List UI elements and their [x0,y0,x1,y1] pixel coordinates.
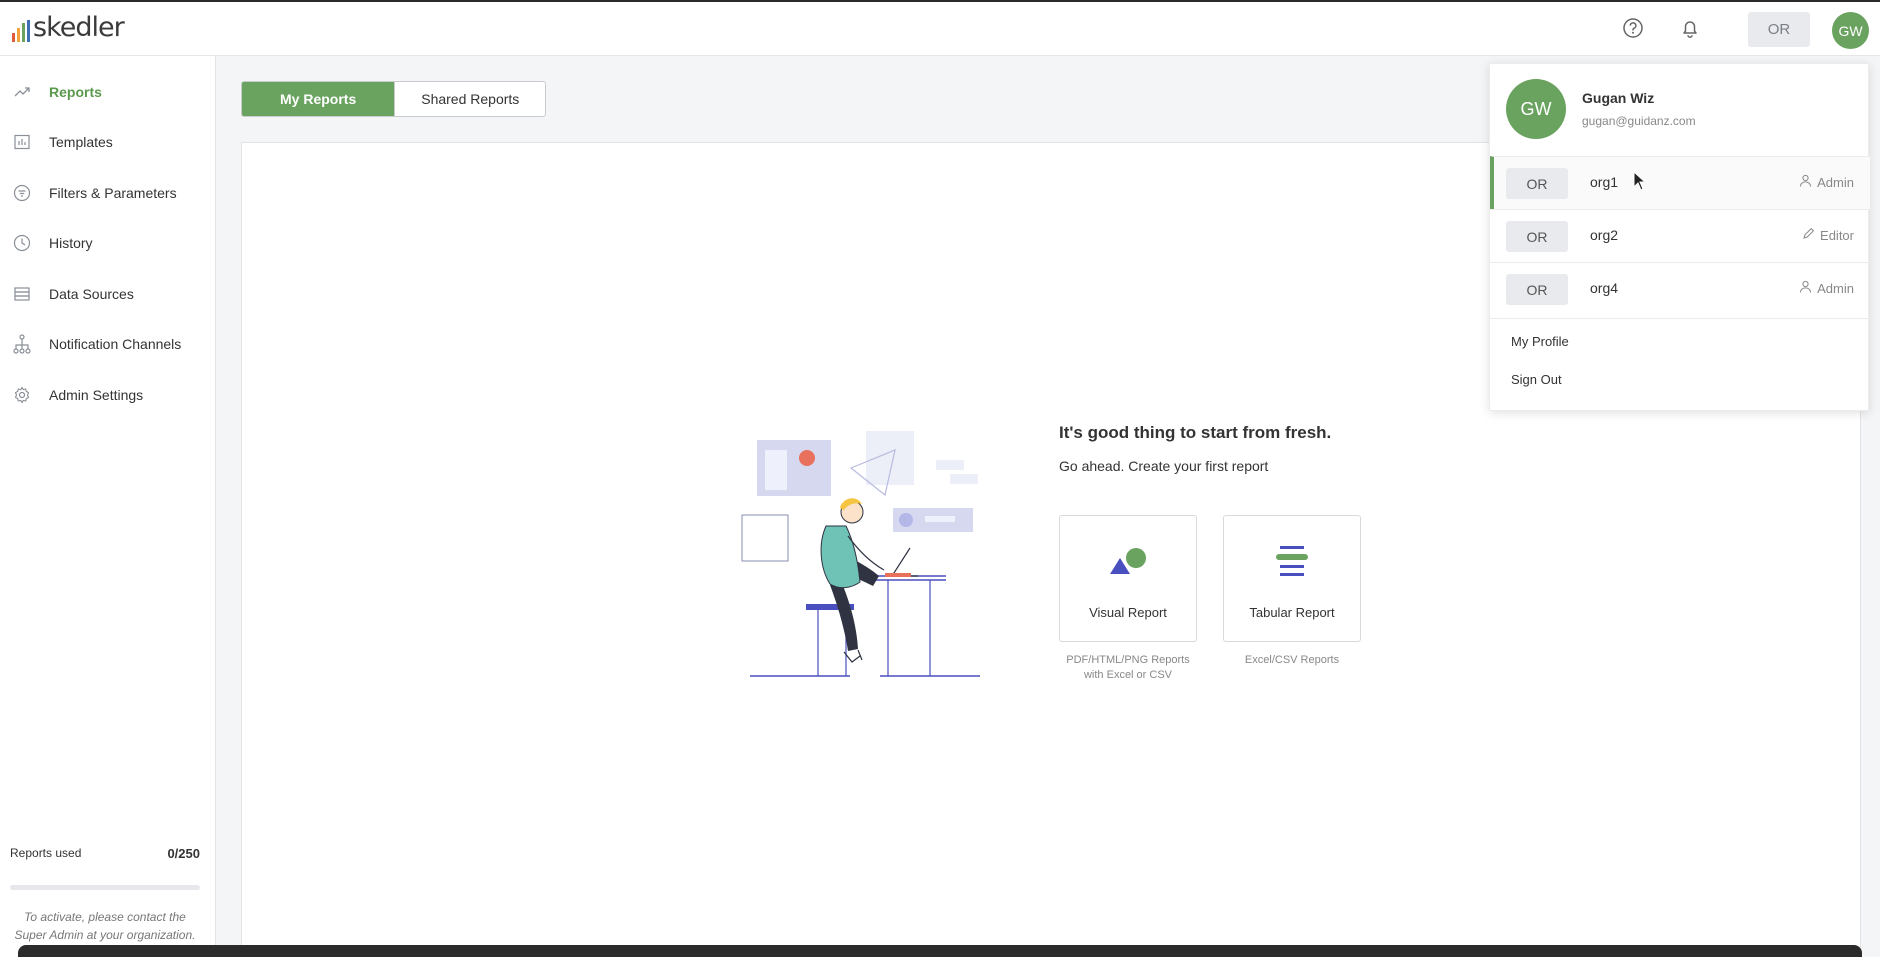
user-icon [1799,174,1812,190]
usage-value: 0/250 [167,846,200,861]
report-tabs: My Reports Shared Reports [241,81,547,117]
sidebar-item-reports[interactable]: Reports [0,72,216,112]
sidebar-item-label: Templates [49,134,113,150]
sidebar-item-notification-channels[interactable]: Notification Channels [0,324,216,364]
org-row-org2[interactable]: OR org2 Editor [1490,209,1870,262]
org-chip: OR [1506,221,1568,252]
clock-icon [12,233,32,253]
usage-activation-note: To activate, please contact the Super Ad… [14,910,196,942]
logo-bars-icon [12,20,30,42]
org-role: Editor [1802,227,1854,243]
org-switcher-chip[interactable]: OR [1748,12,1810,47]
org-chip: OR [1506,168,1568,199]
sidebar-item-admin-settings[interactable]: Admin Settings [0,375,216,415]
org-chip: OR [1506,274,1568,305]
org-row-org1[interactable]: OR org1 Admin [1490,156,1870,209]
tabular-report-description: Excel/CSV Reports [1244,654,1340,666]
sidebar-item-data-sources[interactable]: Data Sources [0,274,216,314]
org-name: org2 [1590,227,1619,243]
shapes-icon [1060,544,1196,584]
org-name: org4 [1590,280,1619,296]
bell-icon[interactable] [1678,16,1702,40]
sidebar-item-label: Data Sources [49,286,134,302]
my-profile-link[interactable]: My Profile [1490,323,1870,361]
org-role: Admin [1799,280,1854,296]
sidebar-item-label: History [49,235,93,251]
top-bar: skedler OR GW [0,0,1880,56]
org-row-org4[interactable]: OR org4 Admin [1490,262,1870,315]
bottom-overlay-bar [18,945,1862,957]
card-label: Tabular Report [1249,605,1335,620]
user-name: Gugan Wiz [1582,90,1655,106]
gear-icon [12,385,32,405]
user-email: gugan@guidanz.com [1582,114,1696,128]
sidebar-item-label: Filters & Parameters [49,185,177,201]
org-role: Admin [1799,174,1854,190]
tab-my-reports[interactable]: My Reports [242,82,395,116]
visual-report-description: PDF/HTML/PNG Reports with Excel or CSV [1066,654,1190,681]
empty-state-subtitle: Go ahead. Create your first report [1059,458,1269,474]
sidebar-item-templates[interactable]: Templates [0,122,216,162]
empty-state-title: It's good thing to start from fresh. [1059,423,1332,442]
usage-progress-bar [10,885,200,890]
mouse-cursor-icon [1633,171,1647,191]
reports-usage: Reports used 0/250 To activate, please c… [10,846,200,944]
usage-label: Reports used [10,846,82,860]
sidebar-item-history[interactable]: History [0,223,216,263]
sidebar-item-label: Notification Channels [49,336,182,352]
sidebar-item-filters[interactable]: Filters & Parameters [0,173,216,213]
help-circle-icon[interactable] [1621,16,1645,40]
sidebar-item-label: Reports [49,84,102,100]
user-menu-links: My Profile Sign Out [1490,318,1870,399]
org-role-label: Editor [1820,227,1854,243]
logo-text: skedler [33,12,125,43]
sidebar-item-label: Admin Settings [49,387,144,403]
pencil-icon [1802,227,1815,243]
empty-state-illustration [741,431,980,677]
database-icon [12,284,32,304]
org-role-label: Admin [1817,280,1854,296]
user-avatar[interactable]: GW [1832,12,1869,49]
org-name: org1 [1590,174,1619,190]
org-role-label: Admin [1817,174,1854,190]
sidebar: Reports Templates Filters & Parameters H… [0,56,216,957]
card-label: Visual Report [1089,605,1167,620]
tabular-report-card[interactable]: Tabular Report [1223,515,1361,642]
skedler-logo[interactable]: skedler [12,12,125,43]
user-icon [1799,280,1812,296]
template-icon [12,132,32,152]
visual-report-card[interactable]: Visual Report [1059,515,1197,642]
tab-shared-reports[interactable]: Shared Reports [394,82,545,116]
hierarchy-icon [12,334,32,354]
filter-icon [12,183,32,203]
user-menu-dropdown: GW Gugan Wiz gugan@guidanz.com OR org1 A… [1489,63,1870,411]
user-menu-avatar: GW [1506,79,1566,139]
table-lines-icon [1224,544,1360,584]
trend-icon [12,82,32,102]
sign-out-link[interactable]: Sign Out [1490,361,1870,399]
